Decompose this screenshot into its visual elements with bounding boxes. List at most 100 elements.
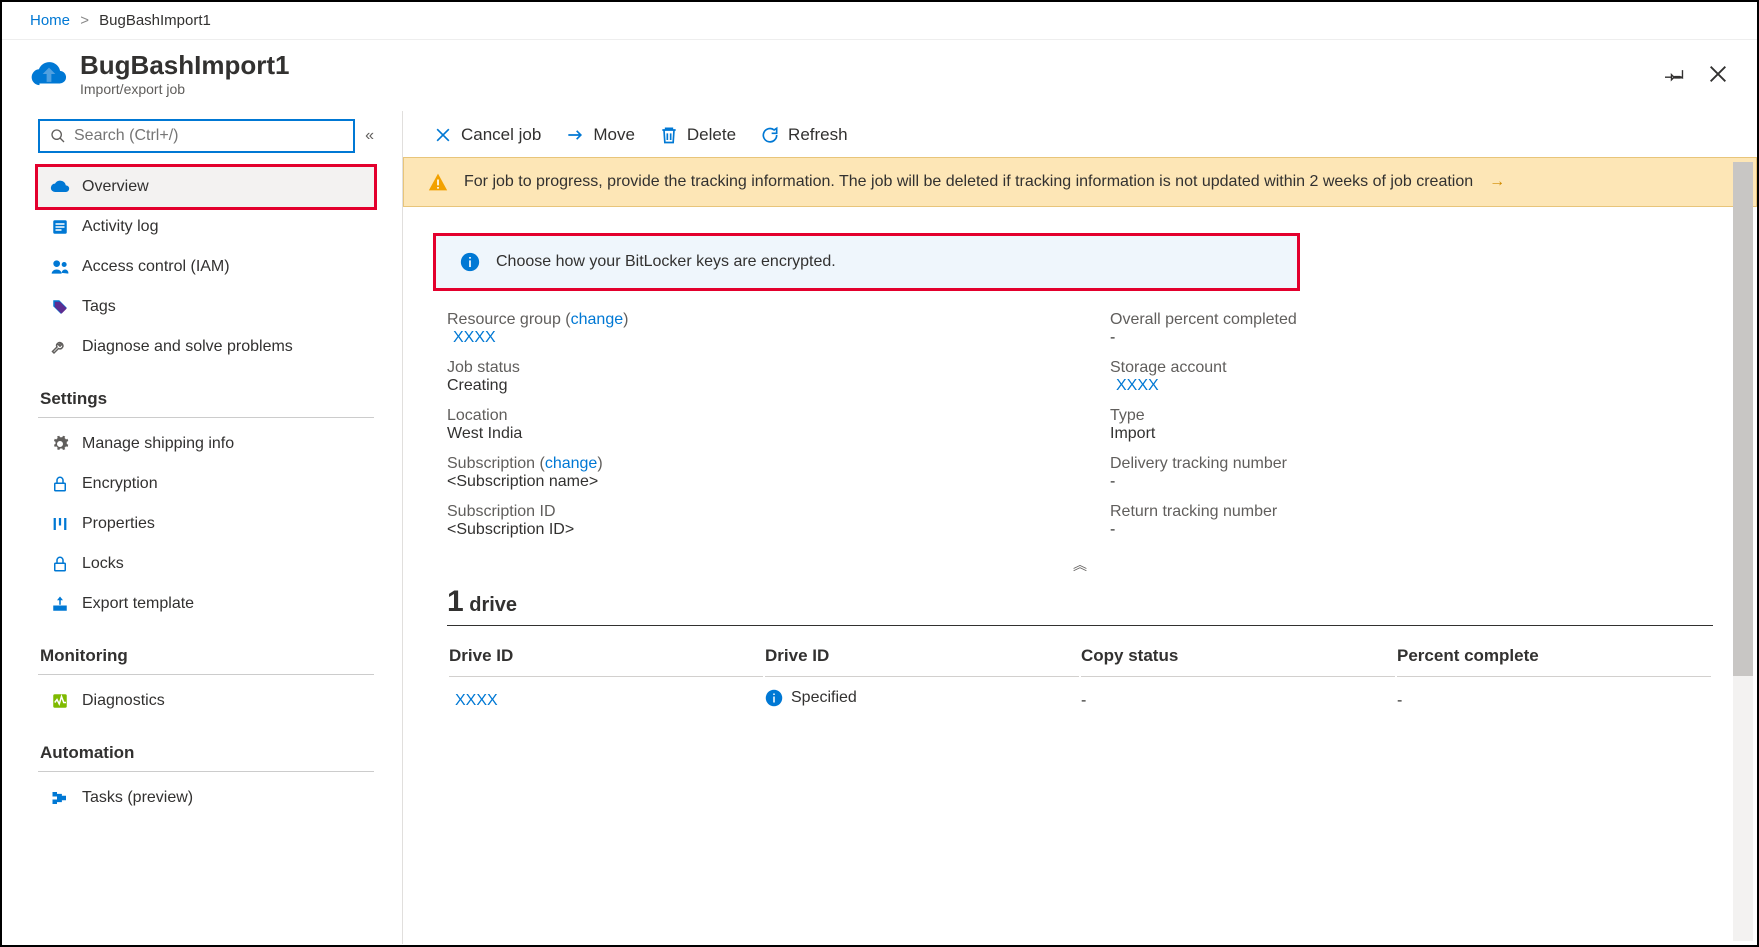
sidebar-item-label: Locks bbox=[82, 555, 124, 573]
gear-icon bbox=[50, 434, 70, 454]
people-icon bbox=[50, 257, 70, 277]
sidebar-section-automation: Automation bbox=[38, 721, 374, 772]
sidebar-item-label: Export template bbox=[82, 595, 194, 613]
sidebar-item-diagnose[interactable]: Diagnose and solve problems bbox=[38, 327, 374, 367]
search-icon bbox=[50, 128, 66, 144]
sidebar-item-label: Tags bbox=[82, 298, 116, 316]
wrench-icon bbox=[50, 337, 70, 357]
sidebar-item-diagnostics[interactable]: Diagnostics bbox=[38, 681, 374, 721]
delete-button[interactable]: Delete bbox=[659, 125, 736, 145]
breadcrumb-current: BugBashImport1 bbox=[99, 12, 211, 29]
job-status-label: Job status bbox=[447, 359, 1050, 377]
sidebar-item-label: Encryption bbox=[82, 475, 158, 493]
properties-grid: Resource group (change) XXXX Job status … bbox=[447, 311, 1713, 551]
sidebar-item-locks[interactable]: Locks bbox=[38, 544, 374, 584]
delivery-tracking-label: Delivery tracking number bbox=[1110, 455, 1713, 473]
search-input[interactable] bbox=[38, 119, 355, 153]
sidebar-item-tags[interactable]: Tags bbox=[38, 287, 374, 327]
lock-icon bbox=[50, 474, 70, 494]
breadcrumb-home[interactable]: Home bbox=[30, 12, 70, 29]
sidebar-section-settings: Settings bbox=[38, 367, 374, 418]
sidebar-item-label: Diagnose and solve problems bbox=[82, 338, 293, 356]
pin-icon[interactable] bbox=[1665, 63, 1687, 85]
resource-group-value[interactable]: XXXX bbox=[447, 329, 1050, 347]
sidebar-item-label: Tasks (preview) bbox=[82, 789, 193, 807]
diagnostics-icon bbox=[50, 691, 70, 711]
sidebar-section-monitoring: Monitoring bbox=[38, 624, 374, 675]
sidebar-item-label: Properties bbox=[82, 515, 155, 533]
sliders-icon bbox=[50, 514, 70, 534]
move-button[interactable]: Move bbox=[565, 125, 635, 145]
sidebar-item-label: Overview bbox=[82, 178, 149, 196]
sidebar-item-tasks[interactable]: Tasks (preview) bbox=[38, 778, 374, 818]
export-icon bbox=[50, 594, 70, 614]
cancel-job-button[interactable]: Cancel job bbox=[433, 125, 541, 145]
sidebar-item-shipping[interactable]: Manage shipping info bbox=[38, 424, 374, 464]
sidebar-item-label: Manage shipping info bbox=[82, 435, 234, 453]
resource-group-label: Resource group (change) bbox=[447, 311, 1050, 329]
subscription-label: Subscription (change) bbox=[447, 455, 1050, 473]
copy-status-value: - bbox=[1081, 679, 1395, 722]
page-title: BugBashImport1 bbox=[80, 50, 289, 81]
sidebar-item-export-template[interactable]: Export template bbox=[38, 584, 374, 624]
main-content: Cancel job Move Delete Refresh For j bbox=[402, 111, 1757, 944]
sidebar-item-encryption[interactable]: Encryption bbox=[38, 464, 374, 504]
col-percent-complete[interactable]: Percent complete bbox=[1397, 636, 1711, 677]
sidebar: « Overview Activity log Access control (… bbox=[2, 111, 402, 944]
delivery-tracking-value: - bbox=[1110, 473, 1713, 491]
info-icon bbox=[765, 689, 783, 707]
toolbar: Cancel job Move Delete Refresh bbox=[403, 111, 1757, 157]
return-tracking-value: - bbox=[1110, 521, 1713, 539]
breadcrumb-sep: > bbox=[80, 12, 89, 29]
col-copy-status[interactable]: Copy status bbox=[1081, 636, 1395, 677]
sidebar-item-properties[interactable]: Properties bbox=[38, 504, 374, 544]
drive-id2-value: Specified bbox=[791, 689, 857, 707]
subscription-id-label: Subscription ID bbox=[447, 503, 1050, 521]
info-icon bbox=[460, 252, 480, 272]
cloud-icon bbox=[50, 177, 70, 197]
tasks-icon bbox=[50, 788, 70, 808]
collapse-sidebar-icon[interactable]: « bbox=[365, 127, 374, 145]
col-drive-id[interactable]: Drive ID bbox=[449, 636, 763, 677]
return-tracking-label: Return tracking number bbox=[1110, 503, 1713, 521]
arrow-right-icon bbox=[565, 125, 585, 145]
sidebar-item-label: Diagnostics bbox=[82, 692, 165, 710]
lock-icon bbox=[50, 554, 70, 574]
page-subtitle: Import/export job bbox=[80, 81, 289, 97]
sidebar-item-overview[interactable]: Overview bbox=[38, 167, 374, 207]
change-resource-group-link[interactable]: change bbox=[571, 311, 624, 328]
arrow-icon: → bbox=[1489, 173, 1505, 191]
percent-completed-label: Overall percent completed bbox=[1110, 311, 1713, 329]
subscription-id-value: <Subscription ID> bbox=[447, 521, 1050, 539]
sidebar-item-activity-log[interactable]: Activity log bbox=[38, 207, 374, 247]
scrollbar[interactable] bbox=[1733, 162, 1753, 941]
percent-complete-value: - bbox=[1397, 679, 1711, 722]
table-row[interactable]: XXXX Specified - - bbox=[449, 679, 1711, 722]
trash-icon bbox=[659, 125, 679, 145]
drive-id-link[interactable]: XXXX bbox=[449, 692, 498, 709]
location-value: West India bbox=[447, 425, 1050, 443]
location-label: Location bbox=[447, 407, 1050, 425]
refresh-button[interactable]: Refresh bbox=[760, 125, 848, 145]
sidebar-item-access-control[interactable]: Access control (IAM) bbox=[38, 247, 374, 287]
refresh-icon bbox=[760, 125, 780, 145]
breadcrumb: Home > BugBashImport1 bbox=[2, 2, 1757, 40]
sidebar-item-label: Access control (IAM) bbox=[82, 258, 230, 276]
drives-heading: 1 drive bbox=[447, 585, 1713, 626]
job-status-value: Creating bbox=[447, 377, 1050, 395]
percent-completed-value: - bbox=[1110, 329, 1713, 347]
drives-table: Drive ID Drive ID Copy status Percent co… bbox=[447, 634, 1713, 724]
warning-banner[interactable]: For job to progress, provide the trackin… bbox=[403, 157, 1757, 207]
type-value: Import bbox=[1110, 425, 1713, 443]
close-icon[interactable] bbox=[1707, 63, 1729, 85]
import-export-icon bbox=[30, 55, 68, 93]
page-header: BugBashImport1 Import/export job bbox=[2, 40, 1757, 111]
collapse-properties-icon[interactable]: ︽ bbox=[447, 555, 1713, 575]
tags-icon bbox=[50, 297, 70, 317]
log-icon bbox=[50, 217, 70, 237]
change-subscription-link[interactable]: change bbox=[545, 455, 598, 472]
info-banner[interactable]: Choose how your BitLocker keys are encry… bbox=[433, 233, 1300, 291]
warning-icon bbox=[428, 172, 448, 192]
col-drive-id-2[interactable]: Drive ID bbox=[765, 636, 1079, 677]
storage-account-value[interactable]: XXXX bbox=[1110, 377, 1713, 395]
